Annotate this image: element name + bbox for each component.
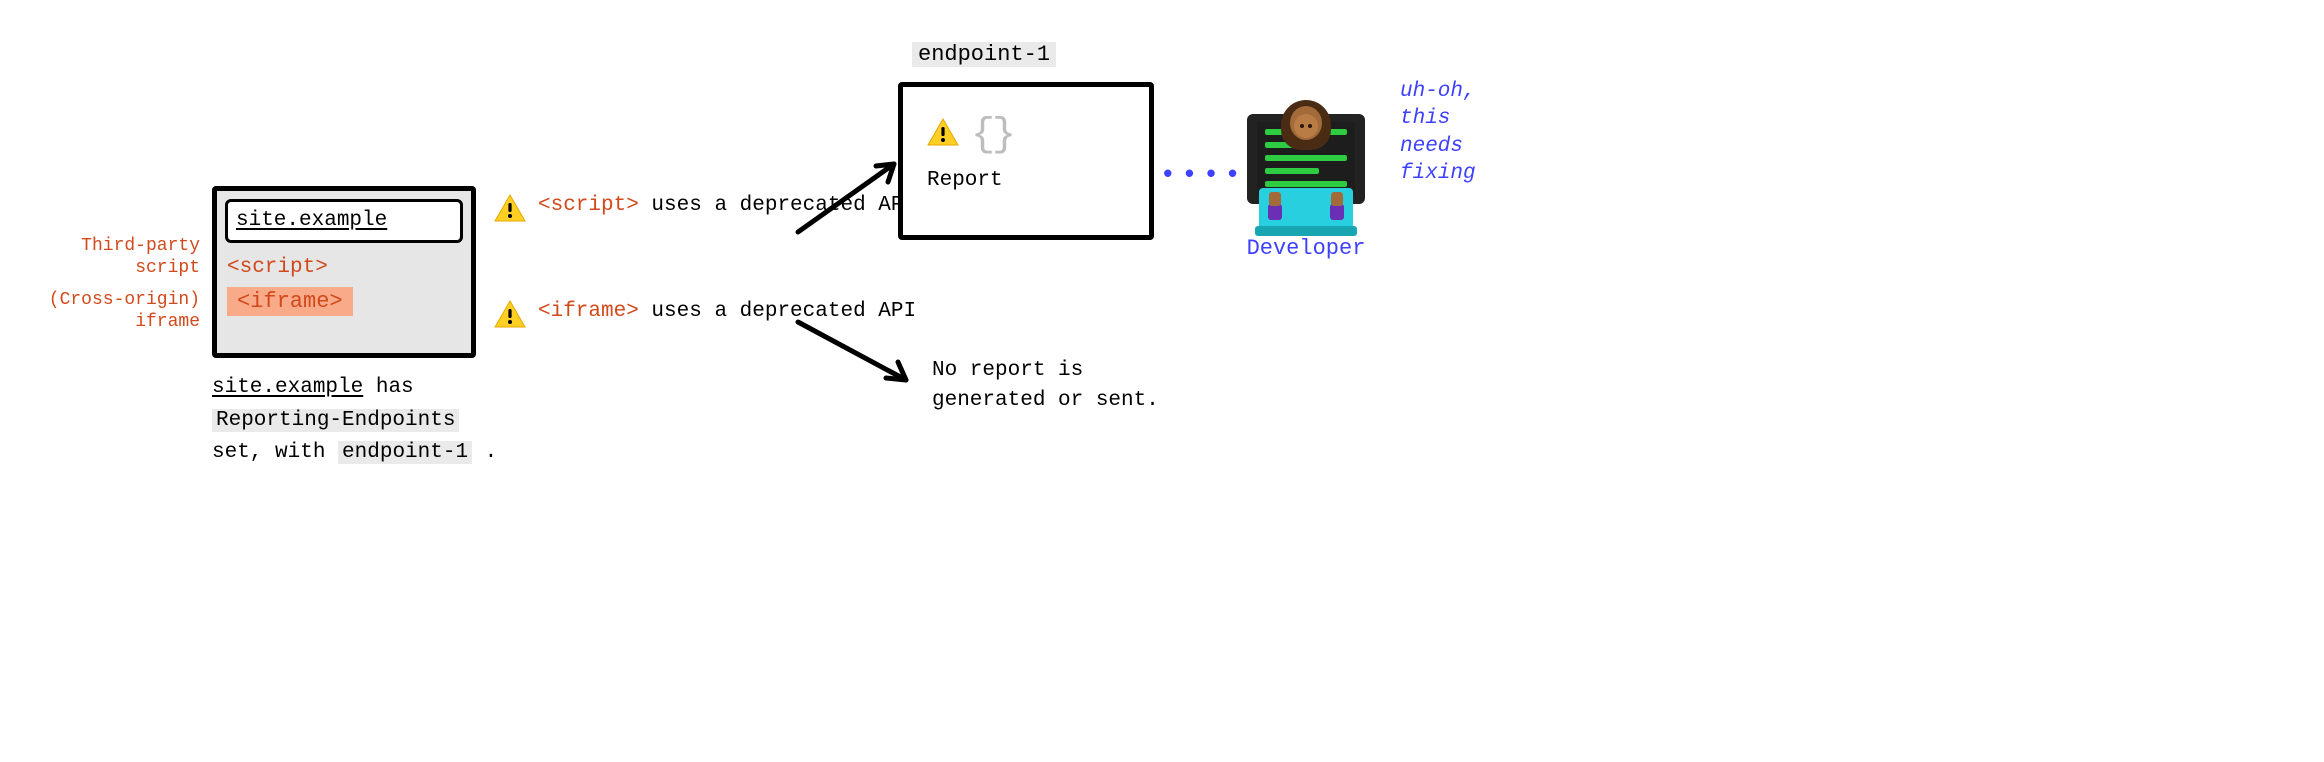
site-caption: site.example has Reporting-Endpoints set…: [212, 372, 512, 470]
site-url-bar: site.example: [225, 199, 463, 243]
curly-braces-icon: {}: [971, 113, 1013, 158]
arrow-to-report: [790, 150, 910, 240]
caption-header-badge: Reporting-Endpoints: [212, 409, 459, 432]
endpoint-name-badge: endpoint-1: [912, 42, 1056, 67]
warning-icon: [494, 194, 526, 229]
warning-script-tag: <script>: [538, 194, 639, 217]
developer-figure: Developer: [1232, 100, 1380, 261]
caption-endpoint-badge: endpoint-1: [338, 441, 472, 464]
caption-has: has: [363, 376, 413, 399]
developer-label: Developer: [1232, 236, 1380, 261]
warning-icon: [494, 300, 526, 335]
diagram-stage: Third-partyscript (Cross-origin)iframe s…: [0, 0, 2324, 762]
developer-avatar-icon: [1241, 100, 1371, 230]
site-example-box: site.example <script> <iframe>: [212, 186, 476, 358]
report-label: Report: [927, 169, 1003, 192]
warning-icon: [927, 118, 959, 153]
caption-period: .: [472, 441, 497, 464]
developer-speech: uh-oh,thisneedsfixing: [1400, 78, 1476, 187]
no-report-text: No report is generated or sent.: [932, 356, 1192, 417]
report-box: {} Report: [898, 82, 1154, 240]
caption-site: site.example: [212, 376, 363, 399]
warning-iframe-tag: <iframe>: [538, 300, 639, 323]
label-third-party-script: Third-partyscript: [0, 236, 200, 279]
label-cross-origin-iframe: (Cross-origin)iframe: [0, 290, 200, 333]
site-script-tag: <script>: [227, 251, 461, 285]
caption-setwith: set, with: [212, 441, 338, 464]
arrow-to-no-report: [790, 306, 920, 396]
site-iframe-tag: <iframe>: [227, 287, 353, 316]
